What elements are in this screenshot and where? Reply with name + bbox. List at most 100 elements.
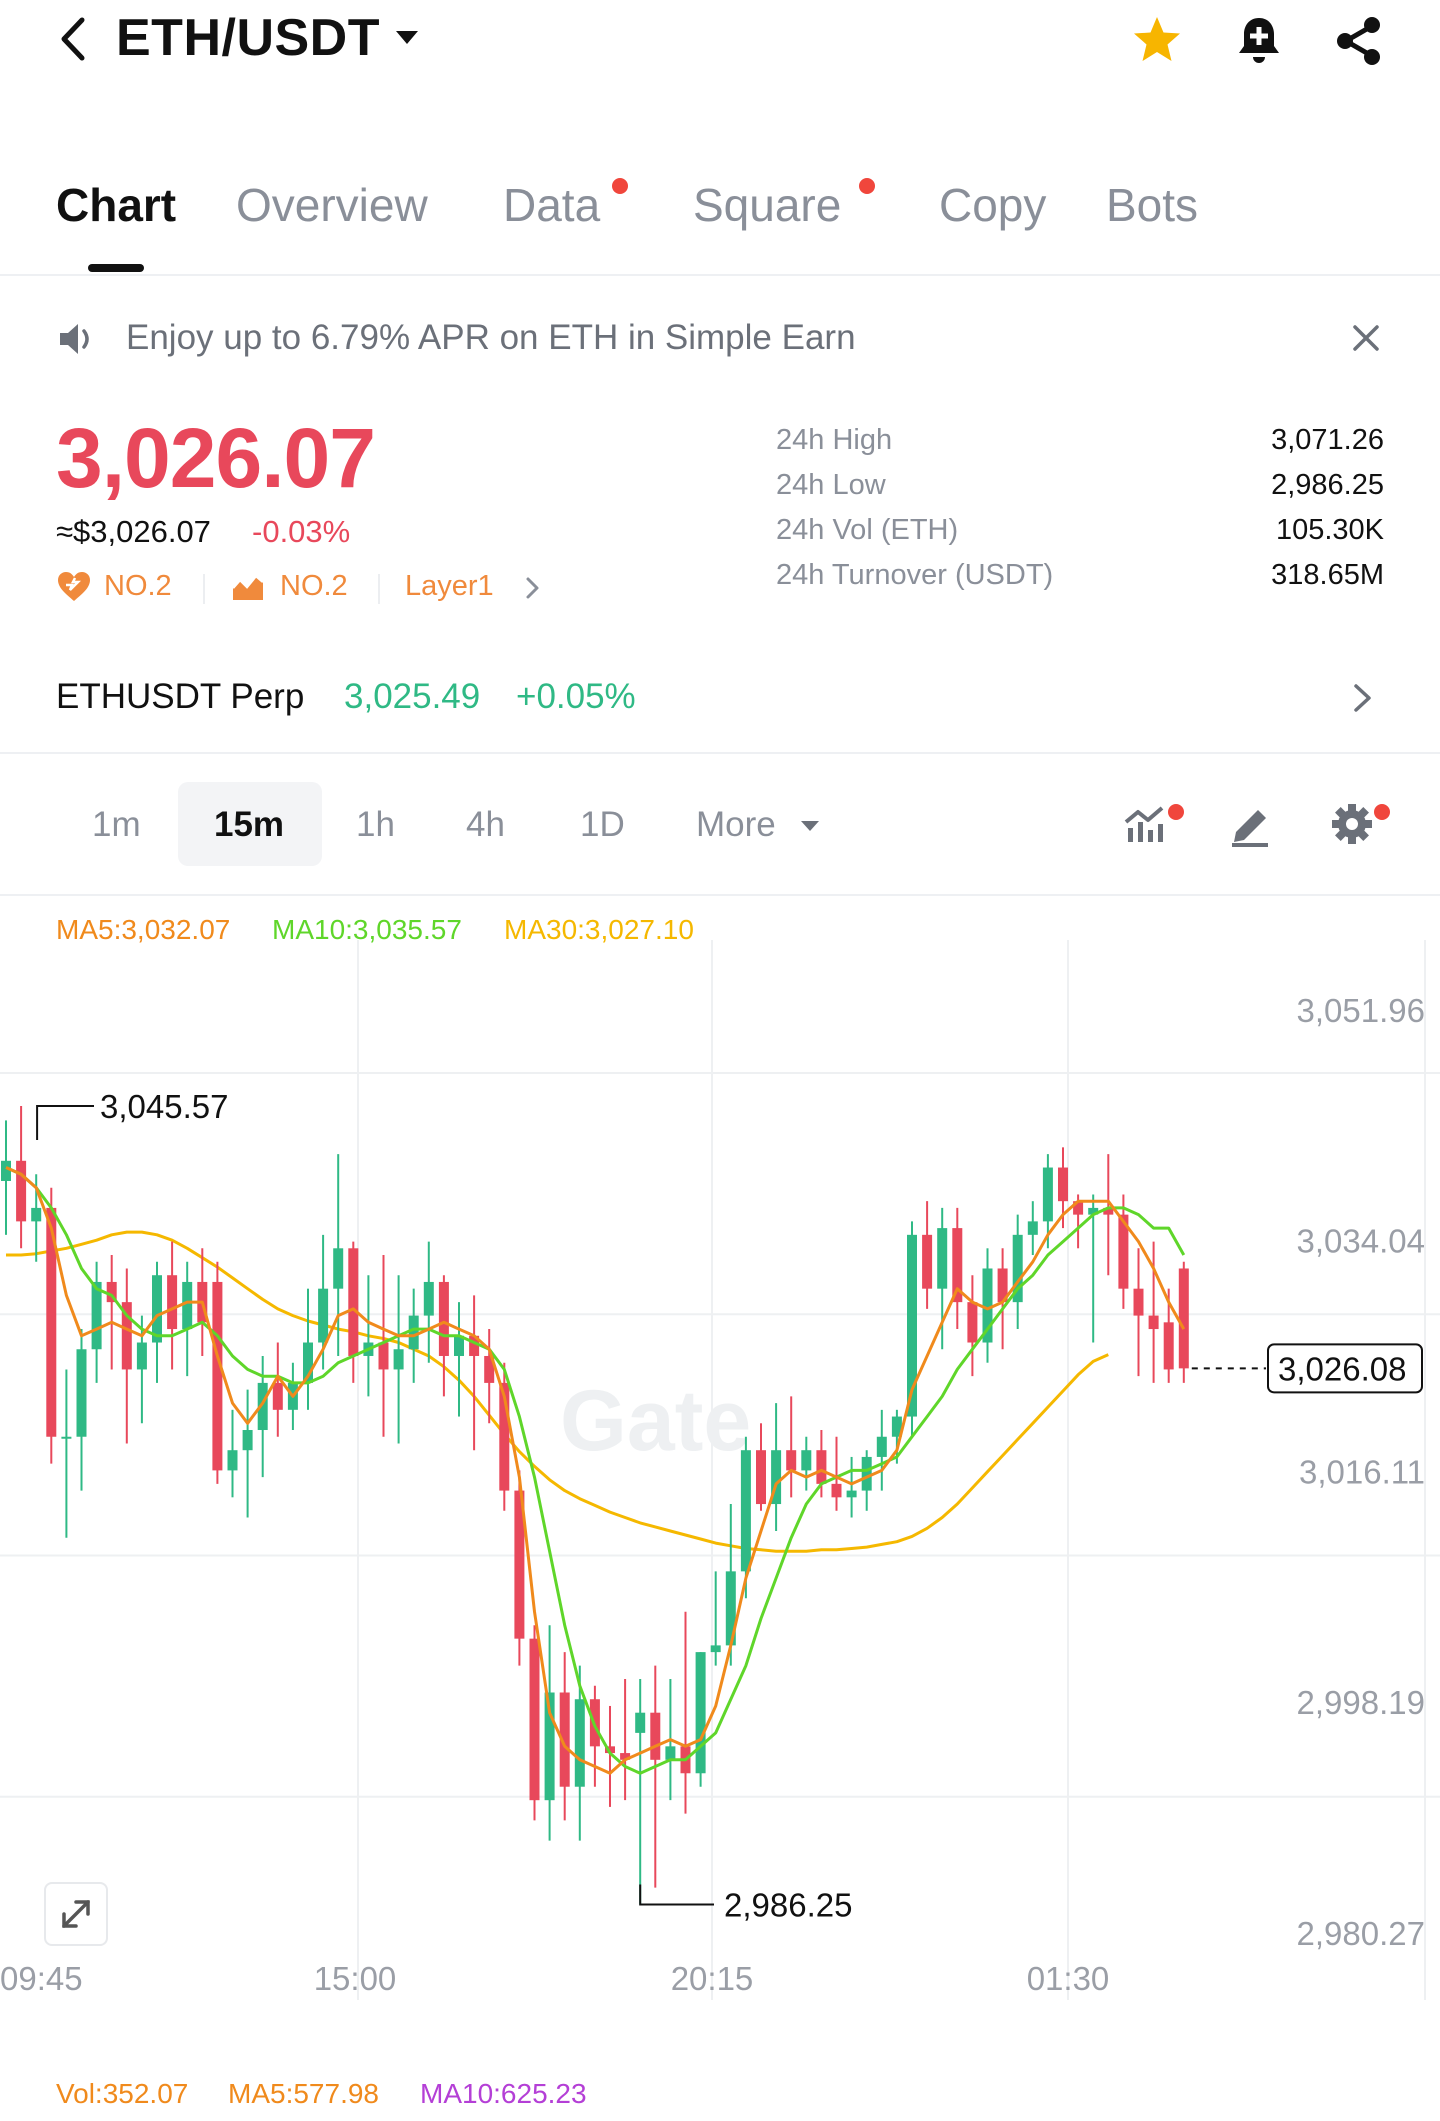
back-icon[interactable]: [52, 14, 96, 64]
candle-body: [348, 1248, 359, 1356]
candle-body: [408, 1315, 419, 1350]
last-price: 3,026.07: [56, 411, 376, 505]
candle-body: [967, 1302, 978, 1343]
heart-icon: [58, 572, 90, 601]
candle-down: [272, 1342, 283, 1437]
candle-body: [665, 1746, 676, 1760]
candle-down: [529, 1625, 540, 1821]
candle-up: [423, 1241, 434, 1363]
candle-up: [1027, 1201, 1038, 1256]
candle-body: [786, 1450, 797, 1471]
candle-body: [922, 1234, 933, 1289]
candle-down: [378, 1255, 389, 1437]
candle-up: [91, 1261, 102, 1383]
stat-label-24h-vol: 24h Vol (ETH): [776, 514, 959, 546]
y-tick-label: 3,034.04: [1297, 1223, 1425, 1260]
rank-badge-1[interactable]: NO.2: [104, 570, 172, 603]
high-marker-line: [36, 1105, 94, 1141]
tab-chart[interactable]: Chart: [56, 178, 176, 232]
divider: [378, 574, 380, 604]
candle-up: [227, 1409, 238, 1498]
volume-value: Vol:352.07: [56, 2078, 189, 2109]
interval-1h[interactable]: 1h: [356, 805, 395, 845]
caret-down-icon[interactable]: [798, 814, 822, 838]
close-icon[interactable]: [1350, 322, 1382, 354]
candle-body: [831, 1483, 842, 1498]
stat-value-24h-vol: 105.30K: [1275, 514, 1384, 546]
tab-overview[interactable]: Overview: [236, 178, 428, 232]
stat-value-24h-turnover: 318.65M: [1271, 559, 1384, 591]
divider: [203, 574, 205, 604]
draw-pencil-icon[interactable]: [1224, 798, 1276, 850]
indicators-icon[interactable]: [1120, 798, 1172, 850]
ma10-line: [5, 1166, 1186, 1775]
candle-body: [272, 1382, 283, 1410]
tab-copy[interactable]: Copy: [939, 178, 1046, 232]
candle-body: [182, 1281, 193, 1330]
candle-body: [61, 1436, 72, 1439]
interval-1d[interactable]: 1D: [580, 805, 625, 845]
candle-body: [1148, 1315, 1159, 1330]
candle-body: [152, 1275, 162, 1343]
tab-bots[interactable]: Bots: [1106, 178, 1198, 232]
candle-body: [227, 1450, 238, 1471]
candle-down: [589, 1685, 600, 1787]
candle-body: [529, 1638, 540, 1801]
candle-body: [650, 1712, 661, 1760]
candle-up: [771, 1403, 782, 1531]
category-tag[interactable]: Layer1: [405, 570, 494, 603]
indicators-notification-dot: [1168, 804, 1184, 820]
y-tick-label: 2,998.19: [1297, 1684, 1425, 1721]
candle-body: [1133, 1288, 1144, 1316]
chevron-right-icon[interactable]: [524, 575, 542, 601]
candle-down: [786, 1396, 797, 1498]
trending-fire-icon: [232, 574, 264, 600]
interval-4h[interactable]: 4h: [466, 805, 505, 845]
candle-body: [212, 1281, 223, 1471]
bell-add-icon[interactable]: [1230, 12, 1288, 70]
pair-title[interactable]: ETH/USDT: [116, 8, 380, 68]
candle-body: [423, 1281, 434, 1316]
expand-icon: [62, 1900, 90, 1928]
x-tick-label: 09:45: [0, 1960, 83, 1997]
interval-more[interactable]: More: [696, 805, 776, 845]
usd-equivalent: ≈$3,026.07: [56, 514, 211, 549]
interval-1m[interactable]: 1m: [92, 805, 141, 845]
candle-body: [136, 1342, 147, 1370]
interval-15m[interactable]: 15m: [214, 805, 284, 845]
candle-up: [1012, 1214, 1023, 1330]
candle-body: [438, 1281, 449, 1356]
last-price-label: 3,026.08: [1278, 1350, 1406, 1387]
rank-badge-2[interactable]: NO.2: [280, 570, 348, 603]
divider: [0, 894, 1440, 896]
stat-label-24h-turnover: 24h Turnover (USDT): [776, 559, 1054, 591]
candle-down: [967, 1275, 978, 1377]
candle-up: [303, 1288, 313, 1410]
candle-up: [544, 1625, 555, 1841]
tab-square[interactable]: Square: [693, 178, 841, 232]
candle-up: [1, 1120, 11, 1235]
stat-value-24h-low: 2,986.25: [1271, 469, 1384, 501]
tab-square-notification-dot: [859, 178, 875, 194]
x-axis-labels: 09:45 15:00 20:15 01:30: [0, 1960, 1109, 1997]
speaker-icon: [60, 324, 89, 354]
candle-body: [76, 1349, 87, 1437]
x-tick-label: 01:30: [1027, 1960, 1110, 1997]
fullscreen-button[interactable]: [44, 1882, 108, 1946]
perp-price: 3,025.49: [344, 677, 481, 716]
divider: [0, 752, 1440, 754]
star-icon[interactable]: [1128, 12, 1186, 70]
tab-data[interactable]: Data: [503, 178, 600, 232]
candle-body: [1163, 1322, 1174, 1370]
candle-down: [756, 1423, 766, 1511]
chevron-right-icon[interactable]: [1350, 680, 1376, 716]
settings-gear-icon[interactable]: [1326, 798, 1378, 850]
caret-down-icon[interactable]: [392, 22, 422, 52]
y-tick-label: 3,016.11: [1299, 1453, 1425, 1490]
candle-up: [846, 1456, 857, 1518]
banner-text[interactable]: Enjoy up to 6.79% APR on ETH in Simple E…: [126, 318, 856, 358]
candle-body: [242, 1430, 253, 1451]
perp-name[interactable]: ETHUSDT Perp: [56, 677, 304, 717]
candlestick-chart[interactable]: Gate 3,051.96 3,034.04 3,016.11 2,998.19 2,9…: [0, 940, 1440, 2000]
share-icon[interactable]: [1330, 12, 1388, 70]
